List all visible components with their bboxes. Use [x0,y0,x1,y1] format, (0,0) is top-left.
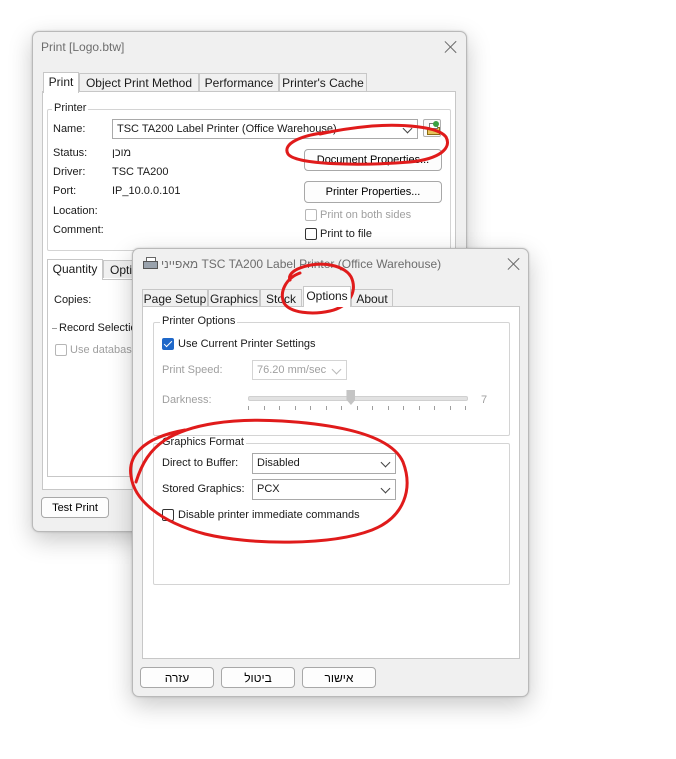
driver-value: TSC TA200 [112,166,169,178]
slider-tick [357,406,358,410]
tab-performance[interactable]: Performance [199,73,279,91]
slider-tick [279,406,280,410]
print-speed-select[interactable]: 76.20 mm/sec [252,360,347,380]
printer-name-select[interactable]: TSC TA200 Label Printer (Office Warehous… [112,119,418,139]
printer-icon [143,257,158,269]
port-label: Port: [53,185,77,197]
name-label: Name: [53,123,86,135]
chevron-down-icon [380,457,391,468]
slider-tick [450,406,451,410]
slider-tick [248,406,249,410]
slider-tick [326,406,327,410]
record-selection-divider [52,328,57,329]
slider-tick [419,406,420,410]
preferences-title: מאפייני TSC TA200 Label Printer (Office … [161,257,442,271]
chevron-down-icon [402,123,413,134]
direct-to-buffer-value: Disabled [257,457,300,469]
printer-name-value: TSC TA200 Label Printer (Office Warehous… [117,123,337,135]
slider-tick [264,406,265,410]
location-label: Location: [53,205,98,217]
close-icon[interactable] [444,40,458,54]
printer-options-label: Printer Options [160,315,238,327]
print-both-sides-checkbox[interactable] [305,209,317,221]
direct-to-buffer-select[interactable]: Disabled [252,453,396,474]
slider-track [248,396,468,401]
darkness-slider[interactable] [248,389,468,411]
help-button[interactable]: עזרה [140,667,214,688]
port-value: IP_10.0.0.101 [112,185,181,197]
slider-tick [403,406,404,410]
darkness-label: Darkness: [162,394,212,406]
slider-tick [434,406,435,410]
record-selection-label: Record Selectio [59,322,137,334]
chevron-down-icon [331,364,342,375]
slider-tick [341,406,342,410]
stored-graphics-label: Stored Graphics: [162,483,245,495]
direct-to-buffer-label: Direct to Buffer: [162,457,239,469]
slider-tick [310,406,311,410]
printer-properties-button[interactable]: Printer Properties... [304,181,442,203]
ok-button[interactable]: אישור [302,667,376,688]
tab-about[interactable]: About [351,289,393,307]
disable-immediate-checkbox[interactable] [162,509,174,521]
tab-quantity[interactable]: Quantity [47,259,103,280]
driver-label: Driver: [53,166,86,178]
tab-object-print-method[interactable]: Object Print Method [79,73,199,91]
print-to-file-label: Print to file [320,228,372,240]
status-label: Status: [53,147,88,159]
tab-page-setup[interactable]: Page Setup [142,289,208,307]
document-properties-button[interactable]: Document Properties... [304,149,442,171]
cancel-button[interactable]: ביטול [221,667,295,688]
stored-graphics-value: PCX [257,483,280,495]
slider-tick [465,406,466,410]
status-value: מוכן [112,147,132,159]
disable-immediate-label: Disable printer immediate commands [178,509,360,521]
slider-thumb[interactable] [346,390,356,405]
use-current-settings-label: Use Current Printer Settings [178,338,316,350]
print-dialog-title: Print [Logo.btw] [41,40,125,54]
test-print-button[interactable]: Test Print [41,497,109,518]
print-speed-label: Print Speed: [162,364,223,376]
printer-group-label: Printer [52,102,89,114]
use-database-checkbox[interactable] [55,344,67,356]
stored-graphics-select[interactable]: PCX [252,479,396,500]
tab-print[interactable]: Print [43,72,79,93]
print-speed-value: 76.20 mm/sec [257,364,327,376]
slider-tick [295,406,296,410]
print-to-file-checkbox[interactable] [305,228,317,240]
chevron-down-icon [380,483,391,494]
print-dialog-titlebar[interactable]: Print [Logo.btw] [33,32,466,62]
printer-preferences-dialog: מאפייני TSC TA200 Label Printer (Office … [132,248,529,697]
copies-label: Copies: [54,294,92,306]
darkness-value: 7 [481,394,488,406]
close-icon[interactable] [507,257,521,271]
slider-tick [388,406,389,410]
printer-settings-icon[interactable] [423,119,441,137]
options-tab-panel: Printer Options Use Current Printer Sett… [142,306,520,659]
tab-options[interactable]: Options [303,286,351,307]
slider-tick [372,406,373,410]
print-both-sides-label: Print on both sides [320,209,412,221]
tab-graphics[interactable]: Graphics [208,289,260,307]
use-database-label: Use database [70,344,138,356]
preferences-titlebar[interactable]: מאפייני TSC TA200 Label Printer (Office … [133,249,528,279]
graphics-format-label: Graphics Format [160,436,246,448]
use-current-settings-checkbox[interactable] [162,338,174,350]
comment-label: Comment: [53,224,104,236]
tab-printers-cache[interactable]: Printer's Cache [279,73,367,91]
tab-stock[interactable]: Stock [260,289,302,307]
